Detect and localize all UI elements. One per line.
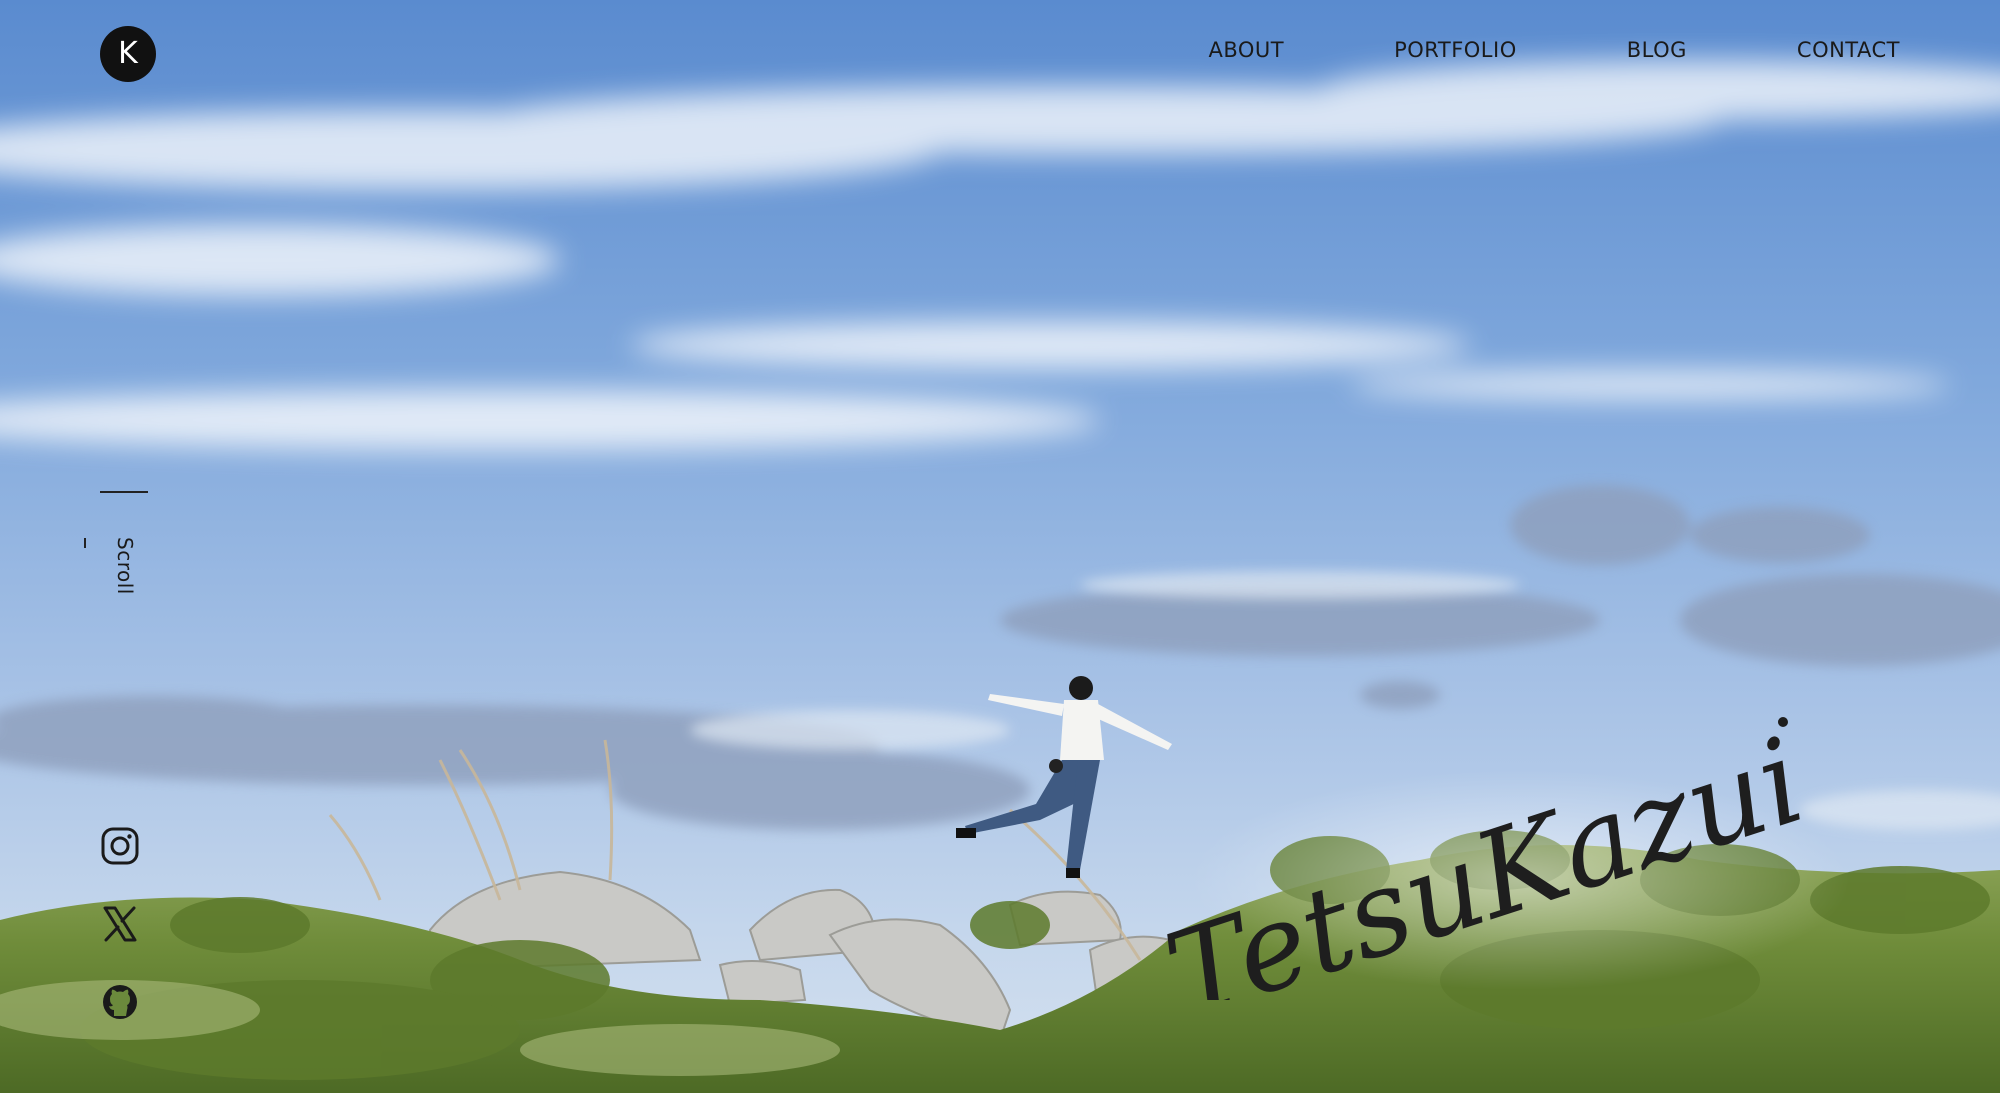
scroll-label[interactable]: Scroll	[113, 537, 137, 595]
hero-signature: TetsuKazui	[1151, 711, 1819, 1000]
hero-signature-text: TetsuKazui	[1151, 711, 1819, 1000]
instagram-icon[interactable]	[100, 826, 140, 866]
hero-section: TetsuKazui K ABOUT PORTFOLIO BLOG CONTAC…	[0, 0, 2000, 1093]
nav-link-about[interactable]: ABOUT	[1208, 38, 1284, 62]
nav-link-contact[interactable]: CONTACT	[1797, 38, 1900, 62]
site-logo-letter: K	[118, 35, 138, 71]
site-logo[interactable]: K	[100, 26, 156, 82]
main-nav: ABOUT PORTFOLIO BLOG CONTACT	[1208, 38, 1900, 62]
x-icon[interactable]	[100, 904, 140, 944]
social-links	[100, 826, 140, 1022]
scroll-indicator-dash	[84, 538, 86, 548]
scroll-indicator-line	[100, 491, 148, 493]
github-icon[interactable]	[100, 982, 140, 1022]
nav-link-blog[interactable]: BLOG	[1627, 38, 1687, 62]
nav-link-portfolio[interactable]: PORTFOLIO	[1394, 38, 1517, 62]
